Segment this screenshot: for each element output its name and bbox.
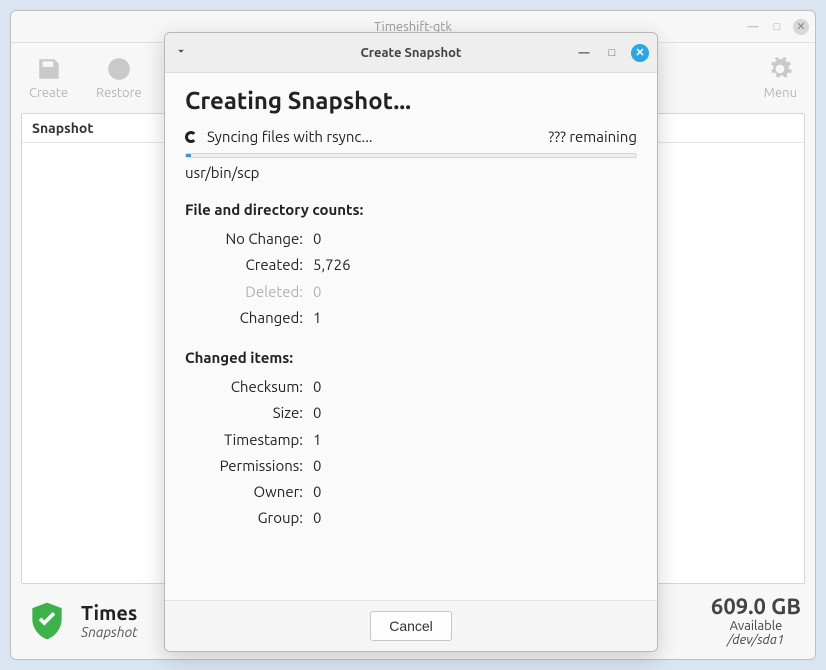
dialog-footer: Cancel [165,600,657,651]
available-label: Available [711,619,801,633]
no-change-value: 0 [313,226,321,252]
counts-header: File and directory counts: [185,201,637,218]
clock-icon [106,56,132,82]
dialog-heading: Creating Snapshot... [185,87,637,114]
restore-label: Restore [96,86,142,100]
created-label: Created: [185,252,303,278]
current-file: usr/bin/scp [185,164,637,181]
cancel-button[interactable]: Cancel [370,611,452,641]
menu-button[interactable]: Menu [764,56,797,100]
permissions-label: Permissions: [185,453,303,479]
minimize-icon[interactable]: — [745,19,761,35]
gear-icon [767,56,793,82]
timestamp-value: 1 [313,427,321,453]
dialog-close-icon[interactable]: ✕ [631,44,649,62]
device-path: /dev/sda1 [711,633,801,647]
timestamp-label: Timestamp: [185,427,303,453]
restore-button[interactable]: Restore [96,56,142,100]
deleted-value: 0 [313,279,321,305]
spinner-icon [185,131,197,143]
permissions-value: 0 [313,453,321,479]
create-button[interactable]: Create [29,56,68,100]
maximize-icon[interactable]: □ [769,19,785,35]
sync-status-text: Syncing files with rsync... [207,128,373,145]
owner-value: 0 [313,479,321,505]
save-icon [36,56,62,82]
deleted-label: Deleted: [185,279,303,305]
dialog-minimize-icon[interactable]: — [575,44,593,62]
size-label: Size: [185,400,303,426]
checksum-label: Checksum: [185,374,303,400]
create-snapshot-dialog: Create Snapshot — □ ✕ Creating Snapshot.… [164,32,658,652]
changed-label: Changed: [185,305,303,331]
available-size: 609.0 GB [711,594,801,619]
dialog-maximize-icon[interactable]: □ [603,44,621,62]
dialog-titlebar: Create Snapshot — □ ✕ [165,33,657,73]
size-value: 0 [313,400,321,426]
changed-items-header: Changed items: [185,349,637,366]
dialog-body: Creating Snapshot... Syncing files with … [165,73,657,600]
group-value: 0 [313,505,321,531]
group-label: Group: [185,505,303,531]
created-value: 5,726 [313,252,351,278]
checksum-value: 0 [313,374,321,400]
owner-label: Owner: [185,479,303,505]
changed-value: 1 [313,305,321,331]
progress-bar [185,153,637,158]
shield-icon [25,599,69,643]
menu-label: Menu [764,86,797,100]
time-remaining: ??? remaining [548,128,637,145]
create-label: Create [29,86,68,100]
close-icon[interactable]: ✕ [793,19,809,35]
no-change-label: No Change: [185,226,303,252]
